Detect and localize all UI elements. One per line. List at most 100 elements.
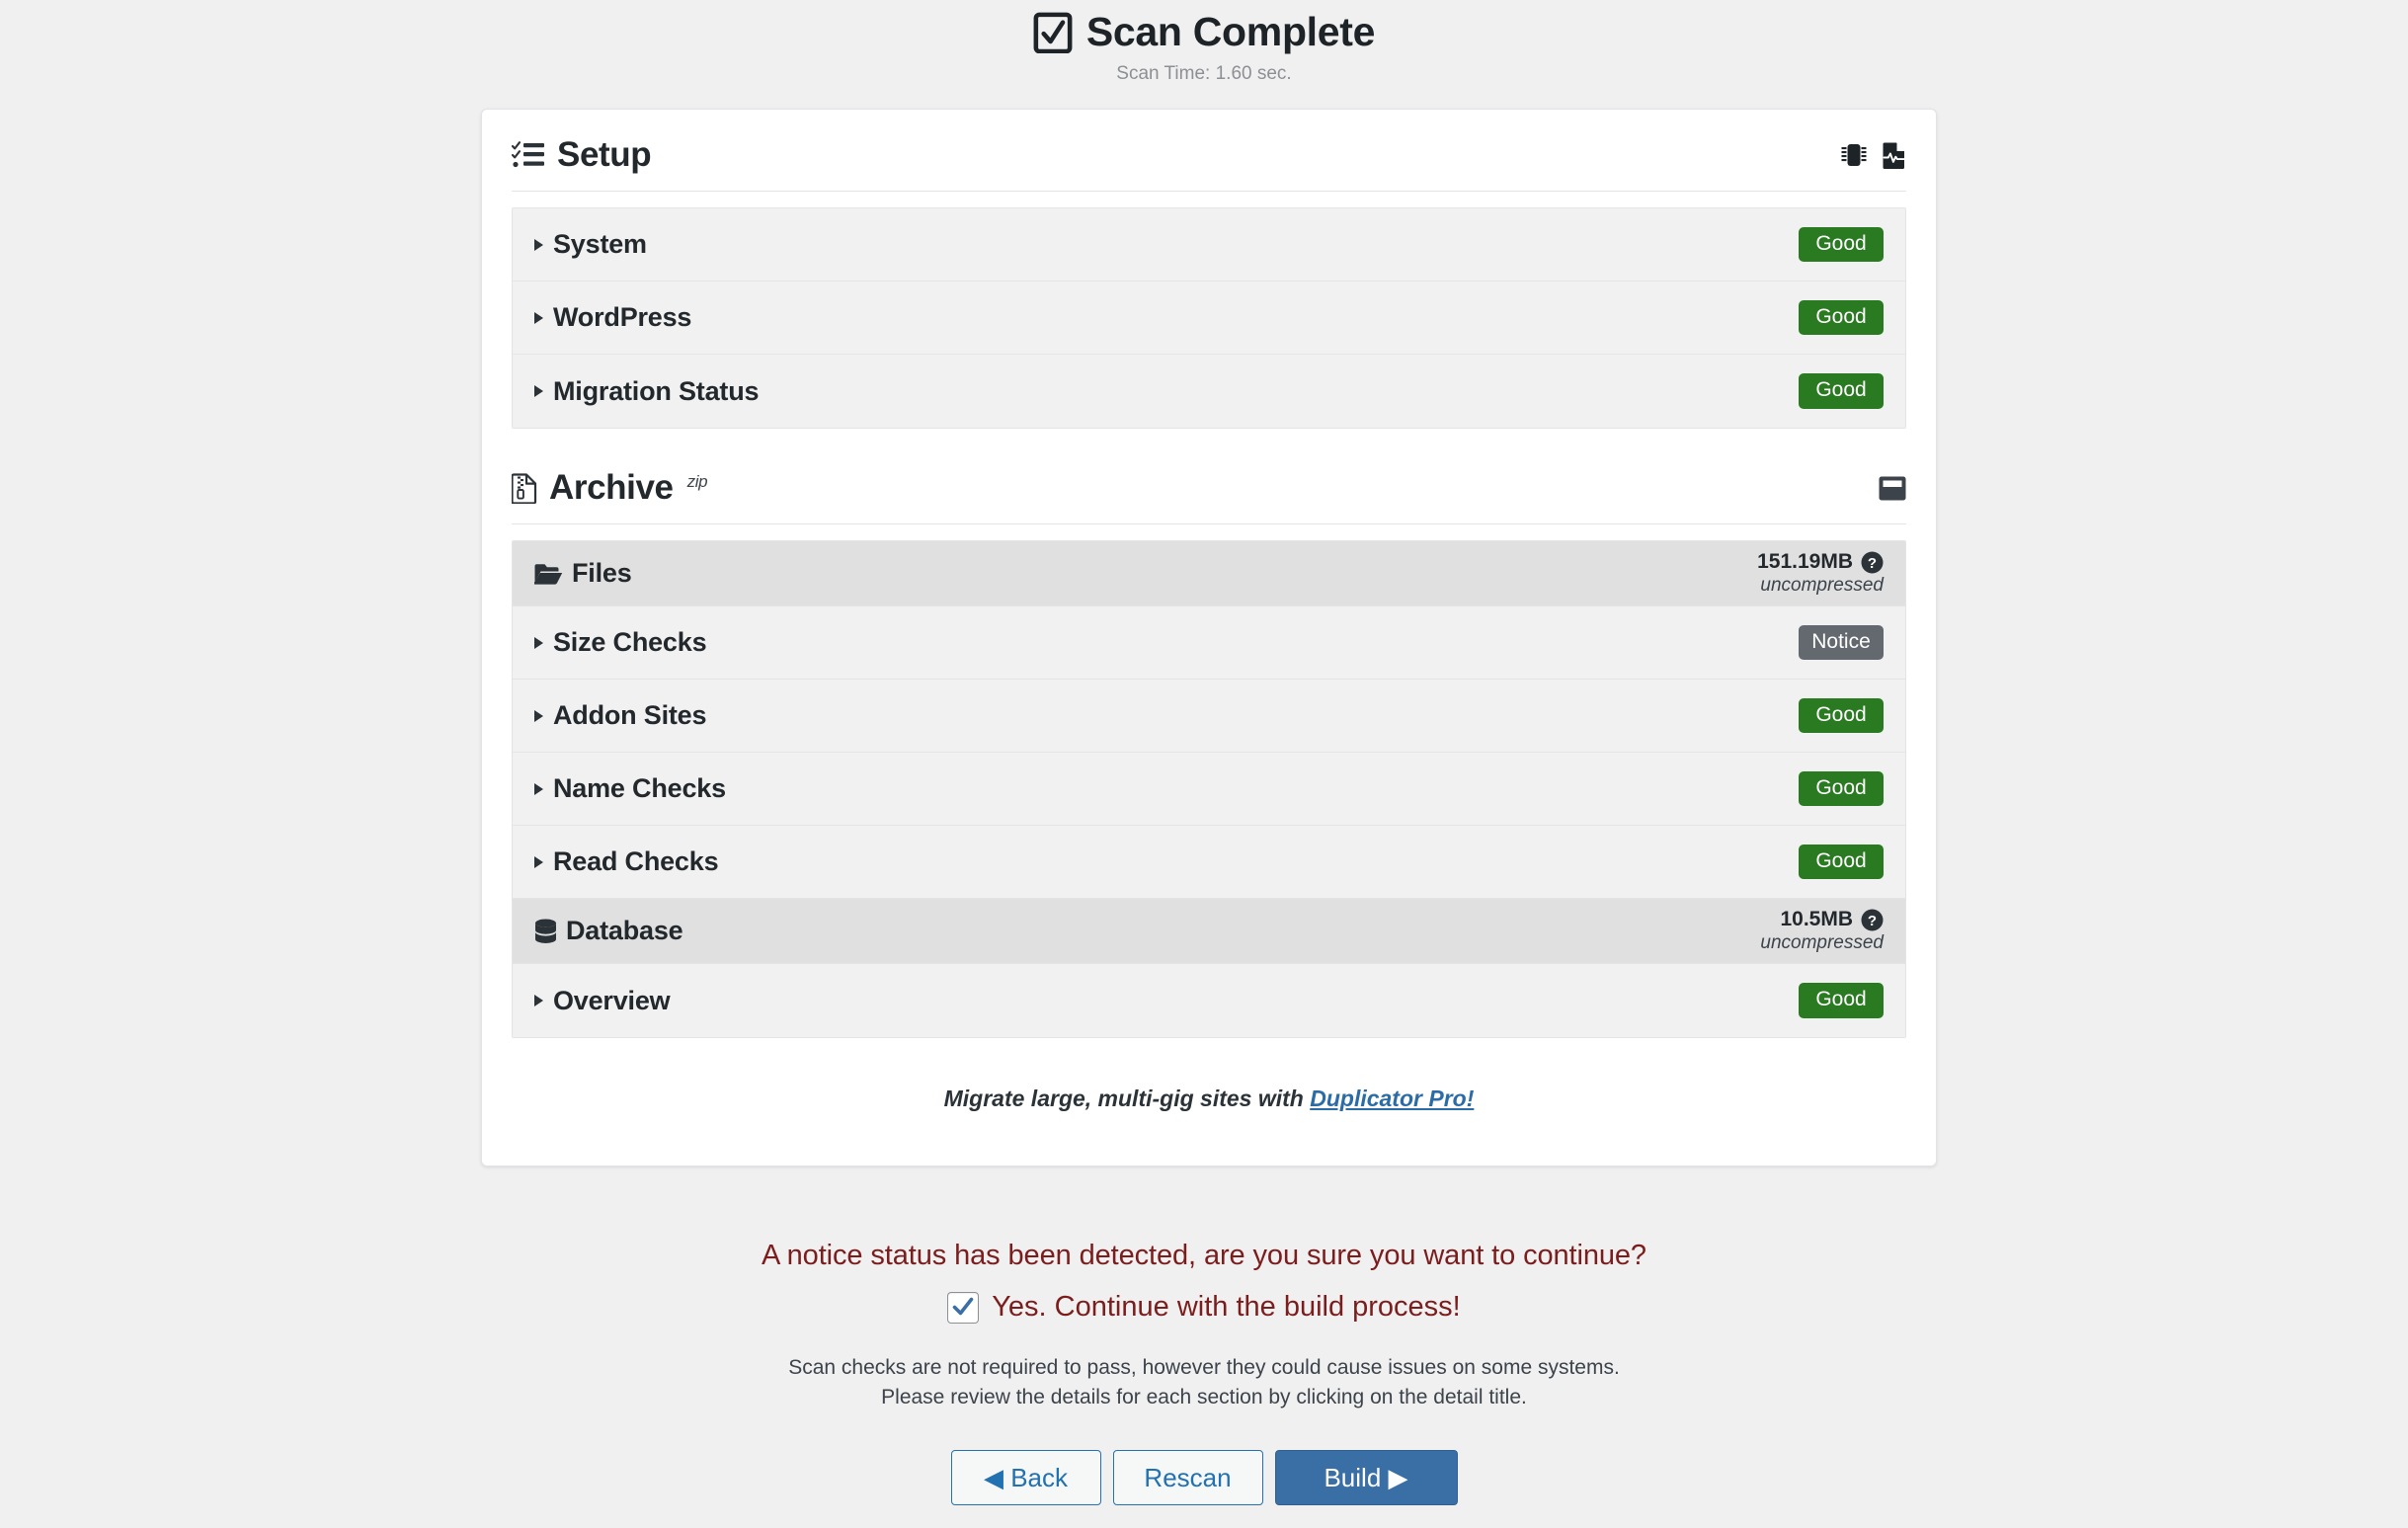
promo-text: Migrate large, multi-gig sites with Dupl… [512,1042,1906,1166]
table-row[interactable]: Migration Status Good [513,355,1905,428]
status-badge: Notice [1799,624,1884,661]
question-circle-icon[interactable]: ? [1861,551,1884,574]
footer-section: A notice status has been detected, are y… [0,1240,2408,1505]
action-buttons: ◀ Back Rescan Build ▶ [0,1449,2408,1505]
chevron-right-icon [534,782,543,795]
window-save-icon[interactable] [1879,476,1906,501]
chevron-right-icon [534,636,543,649]
row-label: Migration Status [553,375,760,406]
row-status: Good [1799,226,1884,263]
archive-group-database: Database 10.5MB ? uncompressed [513,899,1905,964]
help-line-1: Scan checks are not required to pass, ho… [788,1356,1620,1379]
row-label-group: Addon Sites [534,700,707,731]
table-row[interactable]: Name Checks Good [513,753,1905,826]
svg-text:?: ? [1868,913,1877,929]
table-row[interactable]: Size Checks Notice [513,606,1905,680]
setup-title-group: Setup [512,135,652,175]
row-label: Size Checks [553,627,707,657]
scan-title-row: Scan Complete [0,10,2408,53]
row-label-group: WordPress [534,302,691,333]
row-status: Good [1799,770,1884,807]
row-label-group: Size Checks [534,627,707,658]
scan-time-label: Scan Time: 1.60 sec. [1116,63,1292,84]
row-label: Addon Sites [553,700,707,730]
back-button[interactable]: ◀ Back [950,1449,1101,1505]
size-note: uncompressed [1760,932,1884,954]
microchip-icon[interactable] [1841,141,1867,169]
row-label-group: Read Checks [534,846,719,877]
help-text: Scan checks are not required to pass, ho… [0,1353,2408,1412]
file-archive-icon [512,472,537,504]
file-waveform-icon[interactable] [1883,141,1906,169]
group-label: Database [566,916,683,945]
row-label-group: Name Checks [534,773,726,804]
help-line-2: Please review the details for each secti… [881,1385,1527,1408]
group-label: Files [572,558,632,588]
table-row[interactable]: Read Checks Good [513,826,1905,899]
status-badge: Good [1799,844,1884,880]
chevron-right-icon [534,385,543,397]
status-badge: Good [1799,299,1884,336]
row-status: Notice [1799,624,1884,661]
row-label: Overview [553,985,671,1015]
size-line: 10.5MB ? [1760,908,1884,931]
svg-text:?: ? [1868,555,1877,572]
size-wrap: 10.5MB ? uncompressed [1760,908,1884,954]
status-badge: Good [1799,226,1884,263]
row-label-group: Database [534,916,683,946]
group-size-info: 151.19MB ? uncompressed [1757,550,1884,597]
archive-header-actions [1879,476,1906,501]
tasks-checklist-icon [512,141,544,168]
size-value: 151.19MB [1757,550,1853,573]
size-wrap: 151.19MB ? uncompressed [1757,550,1884,597]
confirm-row: Yes. Continue with the build process! [0,1291,2408,1324]
table-row[interactable]: System Good [513,208,1905,281]
setup-header-actions [1841,141,1906,169]
question-circle-icon[interactable]: ? [1861,909,1884,931]
chevron-right-icon [534,709,543,722]
setup-rows: System Good WordPress Good Migration Sta… [512,207,1906,429]
database-icon [535,919,556,943]
status-badge: Good [1799,770,1884,807]
folder-open-icon [534,563,563,585]
table-row[interactable]: WordPress Good [513,281,1905,355]
setup-section-header: Setup [512,110,1906,192]
size-line: 151.19MB ? [1757,550,1884,574]
continue-build-checkbox[interactable] [947,1291,980,1324]
archive-group-files: Files 151.19MB ? uncompressed [513,541,1905,606]
row-status: Good [1799,299,1884,336]
archive-title: Archive [549,468,674,507]
table-row[interactable]: Addon Sites Good [513,680,1905,753]
row-label-group: Migration Status [534,375,760,407]
table-row[interactable]: Overview Good [513,964,1905,1037]
row-status: Good [1799,844,1884,880]
row-label-group: Files [534,558,632,589]
scan-results-card: Setup System Good WordPress Good Migrati… [481,109,1937,1166]
confirm-label: Yes. Continue with the build process! [992,1291,1461,1323]
duplicator-pro-link[interactable]: Duplicator Pro! [1310,1086,1474,1111]
status-badge: Good [1799,983,1884,1018]
archive-section-header: Archive zip [512,429,1906,524]
size-note: uncompressed [1760,575,1884,597]
checkbox-checked-icon [1033,12,1073,53]
row-label: Read Checks [553,846,719,876]
notice-question: A notice status has been detected, are y… [762,1240,1646,1271]
group-size-info: 10.5MB ? uncompressed [1760,908,1884,954]
chevron-right-icon [534,311,543,324]
archive-title-group: Archive zip [512,468,708,508]
chevron-right-icon [534,855,543,868]
archive-format-label: zip [686,472,708,491]
row-status: Good [1799,983,1884,1018]
rescan-button[interactable]: Rescan [1112,1449,1263,1505]
row-status: Good [1799,697,1884,734]
row-label: System [553,229,647,259]
status-badge: Good [1799,697,1884,734]
size-value: 10.5MB [1780,908,1853,930]
status-badge: Good [1799,373,1884,409]
archive-rows: Files 151.19MB ? uncompressed Size Check… [512,540,1906,1038]
setup-title: Setup [557,135,652,174]
row-status: Good [1799,373,1884,409]
page-title: Scan Complete [1085,8,1376,54]
row-label-group: System [534,229,647,260]
build-button[interactable]: Build ▶ [1274,1449,1458,1505]
